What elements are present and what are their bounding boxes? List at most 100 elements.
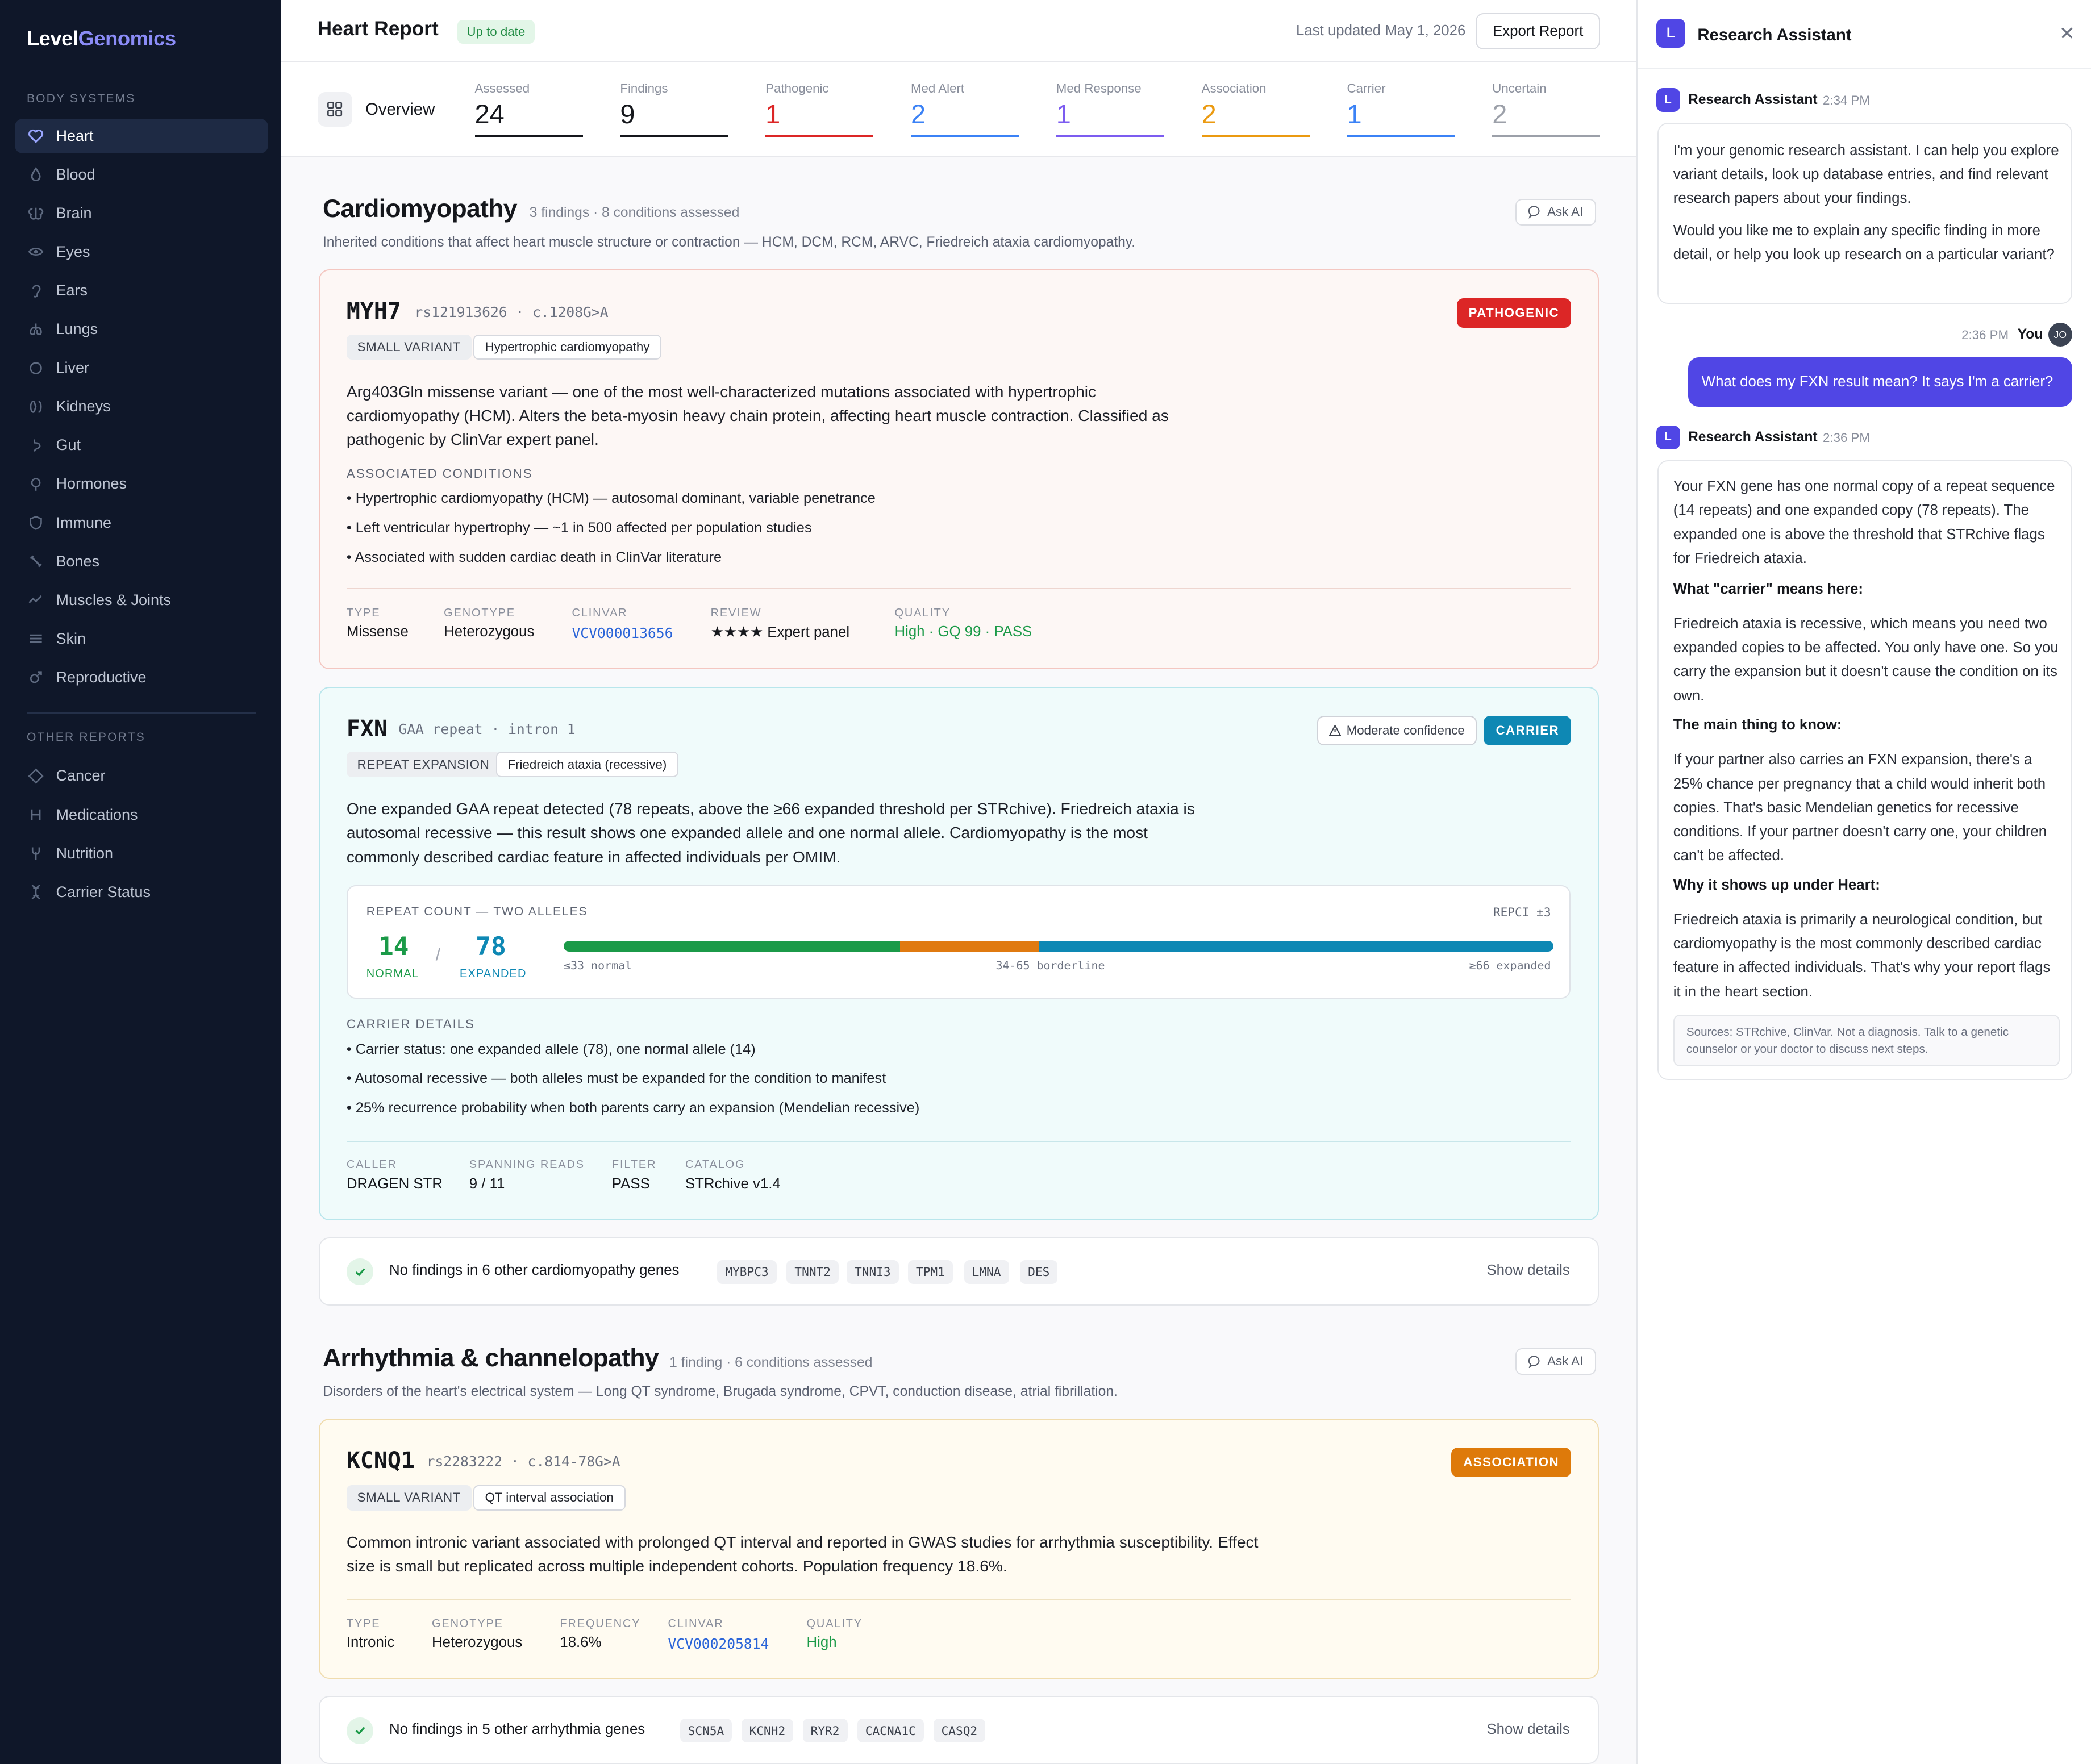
gender-icon <box>28 669 44 685</box>
section-desc-cardiomyopathy: Inherited conditions that affect heart m… <box>322 235 1136 251</box>
section-title-arrhythmia: Arrhythmia & channelopathy <box>322 1344 659 1372</box>
sidebar-item-lungs[interactable]: Lungs <box>15 312 268 347</box>
stat-carrier[interactable]: Carrier 1 <box>1347 81 1455 137</box>
repci-label: REPCI ±3 <box>1493 904 1551 919</box>
export-report-button[interactable]: Export Report <box>1475 13 1601 49</box>
meta-label: GENOTYPE <box>444 606 515 619</box>
research-assistant-panel: L Research Assistant ✕ L Research Assist… <box>1636 0 2091 1764</box>
check-icon <box>346 1258 373 1286</box>
condition-item: • Associated with sudden cardiac death i… <box>346 549 722 565</box>
show-details-link[interactable]: Show details <box>1486 1721 1569 1738</box>
layers-icon <box>28 631 44 647</box>
stat-label: Association <box>1201 81 1267 96</box>
message-heading: The main thing to know: <box>1673 717 1842 733</box>
divider <box>346 1141 1572 1143</box>
gene-chip: KCNH2 <box>741 1718 794 1743</box>
meta-value: PASS <box>611 1175 650 1192</box>
sidebar-item-cancer[interactable]: Cancer <box>15 758 268 793</box>
chat-icon <box>1528 1355 1540 1369</box>
stat-med-alert[interactable]: Med Alert 2 <box>910 81 1019 137</box>
condition-tag: Friedreich ataxia (recessive) <box>495 752 679 777</box>
clinvar-link[interactable]: VCV000205814 <box>668 1636 769 1652</box>
no-findings-arrhythmia[interactable]: No findings in 5 other arrhythmia genes … <box>318 1696 1600 1764</box>
stat-underline <box>1347 135 1455 137</box>
sidebar-item-liver[interactable]: Liver <box>15 351 268 385</box>
sidebar-item-kidneys[interactable]: Kidneys <box>15 389 268 424</box>
hormone-icon <box>28 476 44 492</box>
sidebar: LevelGenomics BODY SYSTEMS Heart Blood B… <box>0 0 282 1764</box>
finding-card-myh7[interactable]: MYH7 rs121913626 · c.1208G>A PATHOGENIC … <box>318 269 1600 670</box>
sidebar-item-nutrition[interactable]: Nutrition <box>15 836 268 871</box>
assistant-avatar: L <box>1656 425 1680 449</box>
stat-underline <box>1492 135 1601 137</box>
finding-card-kcnq1[interactable]: KCNQ1 rs2283222 · c.814-78G>A ASSOCIATIO… <box>318 1419 1600 1679</box>
stat-findings[interactable]: Findings 9 <box>620 81 728 137</box>
sidebar-item-bones[interactable]: Bones <box>15 544 268 579</box>
carrier-badge: CARRIER <box>1484 715 1572 745</box>
message-paragraph: I'm your genomic research assistant. I c… <box>1673 142 2059 207</box>
cancer-icon <box>28 768 44 784</box>
show-details-link[interactable]: Show details <box>1486 1262 1569 1279</box>
stat-underline <box>765 135 874 137</box>
grid-icon[interactable] <box>317 91 352 127</box>
meta-value: 9 / 11 <box>469 1175 505 1192</box>
gene-chip: TNNI3 <box>846 1260 899 1284</box>
stat-uncertain[interactable]: Uncertain 2 <box>1492 81 1601 137</box>
page-title: Heart Report <box>317 17 439 40</box>
sidebar-item-muscles[interactable]: Muscles & Joints <box>15 583 268 618</box>
sidebar-item-medications[interactable]: Medications <box>15 798 268 832</box>
sidebar-item-eyes[interactable]: Eyes <box>15 235 268 269</box>
brand-logo[interactable]: LevelGenomics <box>27 27 176 51</box>
finding-card-fxn[interactable]: FXN GAA repeat · intron 1 Moderate confi… <box>318 686 1600 1220</box>
close-icon[interactable]: ✕ <box>2059 23 2075 44</box>
stat-assessed[interactable]: Assessed 24 <box>474 81 583 137</box>
meta-value: High · GQ 99 · PASS <box>894 624 1032 640</box>
stat-association[interactable]: Association 2 <box>1201 81 1310 137</box>
message-heading: What "carrier" means here: <box>1673 581 1863 597</box>
finding-description: One expanded GAA repeat detected (78 rep… <box>346 800 1195 866</box>
meta-label: CALLER <box>346 1158 397 1171</box>
stat-pathogenic[interactable]: Pathogenic 1 <box>765 81 874 137</box>
meta-value: STRchive v1.4 <box>685 1175 781 1192</box>
heart-icon <box>28 128 44 144</box>
sidebar-item-hormones[interactable]: Hormones <box>15 466 268 501</box>
sidebar-item-gut[interactable]: Gut <box>15 428 268 462</box>
gene-chip: SCN5A <box>680 1718 732 1743</box>
sidebar-item-carrier-status[interactable]: Carrier Status <box>15 875 268 910</box>
sidebar-item-skin[interactable]: Skin <box>15 622 268 656</box>
meta-label: TYPE <box>346 1617 381 1630</box>
section-other-reports: OTHER REPORTS <box>26 731 145 744</box>
tab-overview[interactable]: Overview <box>365 100 435 119</box>
message-paragraph: Friedreich ataxia is primarily a neurolo… <box>1673 911 2051 1000</box>
variant-type-tag: SMALL VARIANT <box>346 1485 472 1511</box>
variant-id: rs2283222 · c.814-78G>A <box>426 1453 620 1470</box>
sidebar-item-ears[interactable]: Ears <box>15 273 268 308</box>
meta-value: 18.6% <box>560 1634 602 1651</box>
stat-value: 2 <box>910 99 926 129</box>
message-time: 2:34 PM <box>1822 93 1870 108</box>
message-author: You <box>2017 327 2043 342</box>
no-findings-cardiomyopathy[interactable]: No findings in 6 other cardiomyopathy ge… <box>318 1237 1600 1306</box>
sidebar-item-heart[interactable]: Heart <box>14 118 268 153</box>
meta-value: DRAGEN STR <box>346 1175 443 1192</box>
lungs-icon <box>28 322 44 337</box>
eye-icon <box>28 244 44 260</box>
clinvar-link[interactable]: VCV000013656 <box>572 625 673 641</box>
section-meta-arrhythmia: 1 finding · 6 conditions assessed <box>669 1354 873 1370</box>
message-heading: Why it shows up under Heart: <box>1673 877 1880 893</box>
kidney-icon <box>28 399 44 415</box>
meta-value: Missense <box>346 624 409 640</box>
sidebar-item-blood[interactable]: Blood <box>15 157 268 192</box>
divider <box>346 587 1572 590</box>
gene-name: KCNQ1 <box>346 1448 415 1474</box>
sidebar-item-brain[interactable]: Brain <box>15 196 268 231</box>
dna-icon <box>28 884 44 900</box>
sidebar-item-immune[interactable]: Immune <box>15 506 268 540</box>
status-badge: Up to date <box>457 20 535 44</box>
sidebar-item-reproductive[interactable]: Reproductive <box>15 660 268 695</box>
panel-header: L Research Assistant ✕ <box>1637 0 2091 70</box>
meta-value: High <box>806 1634 837 1651</box>
ask-ai-button-arrhythmia[interactable]: Ask AI <box>1515 1348 1597 1375</box>
ask-ai-button-cardiomyopathy[interactable]: Ask AI <box>1515 198 1597 226</box>
stat-med-response[interactable]: Med Response 1 <box>1056 81 1164 137</box>
